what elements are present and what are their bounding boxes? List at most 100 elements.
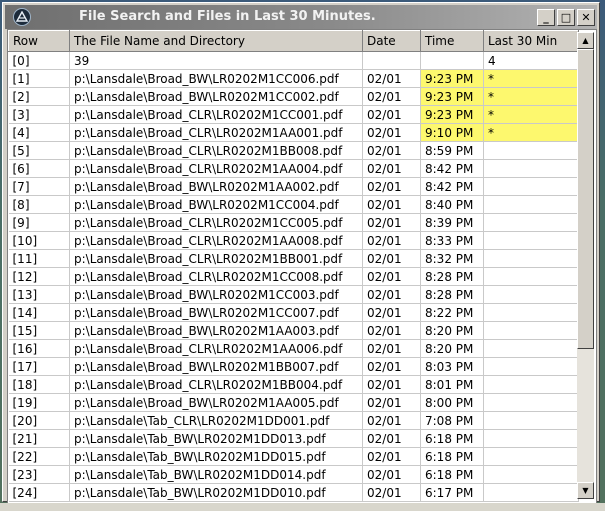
cell-file-path: p:\Lansdale\Broad_BW\LR0202M1AA005.pdf bbox=[69, 393, 363, 412]
table-row[interactable]: [5] p:\Lansdale\Broad_CLR\LR0202M1BB008.p… bbox=[8, 141, 579, 160]
table-row[interactable]: [3] p:\Lansdale\Broad_CLR\LR0202M1CC001.p… bbox=[8, 105, 579, 124]
cell-date: 02/01 bbox=[362, 393, 421, 412]
table-row[interactable]: [22] p:\Lansdale\Tab_BW\LR0202M1DD015.pdf… bbox=[8, 447, 579, 466]
cell-last30-flag: 4 bbox=[483, 51, 579, 70]
column-header-time[interactable]: Time bbox=[420, 30, 484, 52]
cell-last30-flag: * bbox=[483, 87, 579, 106]
table-row[interactable]: [9] p:\Lansdale\Broad_CLR\LR0202M1CC005.p… bbox=[8, 213, 579, 232]
cell-row-number: [17] bbox=[8, 357, 70, 376]
cell-last30-flag bbox=[483, 249, 579, 268]
cell-time bbox=[420, 51, 484, 70]
file-table: Row The File Name and Directory Date Tim… bbox=[8, 30, 579, 502]
cell-time: 8:00 PM bbox=[420, 393, 484, 412]
table-row[interactable]: [24] p:\Lansdale\Tab_BW\LR0202M1DD010.pdf… bbox=[8, 483, 579, 502]
cell-time: 9:23 PM bbox=[420, 69, 484, 88]
cell-last30-flag bbox=[483, 195, 579, 214]
scroll-up-button[interactable]: ▲ bbox=[577, 32, 594, 49]
cell-time: 6:18 PM bbox=[420, 429, 484, 448]
cell-last30-flag: * bbox=[483, 123, 579, 142]
table-row[interactable]: [2] p:\Lansdale\Broad_BW\LR0202M1CC002.pd… bbox=[8, 87, 579, 106]
table-row[interactable]: [15] p:\Lansdale\Broad_BW\LR0202M1AA003.p… bbox=[8, 321, 579, 340]
table-row[interactable]: [18] p:\Lansdale\Broad_CLR\LR0202M1BB004.… bbox=[8, 375, 579, 394]
cell-last30-flag bbox=[483, 231, 579, 250]
cell-row-number: [0] bbox=[8, 51, 70, 70]
cell-last30-flag bbox=[483, 285, 579, 304]
scroll-down-button[interactable]: ▼ bbox=[577, 482, 594, 499]
cell-file-path: p:\Lansdale\Broad_BW\LR0202M1CC007.pdf bbox=[69, 303, 363, 322]
table-row[interactable]: [16] p:\Lansdale\Broad_CLR\LR0202M1AA006.… bbox=[8, 339, 579, 358]
cell-file-path: p:\Lansdale\Broad_CLR\LR0202M1BB008.pdf bbox=[69, 141, 363, 160]
table-row[interactable]: [6] p:\Lansdale\Broad_CLR\LR0202M1AA004.p… bbox=[8, 159, 579, 178]
cell-date: 02/01 bbox=[362, 447, 421, 466]
column-header-row[interactable]: Row bbox=[8, 30, 70, 52]
cell-file-path: p:\Lansdale\Broad_BW\LR0202M1CC004.pdf bbox=[69, 195, 363, 214]
maximize-button[interactable]: □ bbox=[557, 9, 575, 26]
cell-last30-flag bbox=[483, 483, 579, 502]
cell-file-path: p:\Lansdale\Broad_BW\LR0202M1CC006.pdf bbox=[69, 69, 363, 88]
cell-last30-flag bbox=[483, 177, 579, 196]
table-row[interactable]: [13] p:\Lansdale\Broad_BW\LR0202M1CC003.p… bbox=[8, 285, 579, 304]
column-header-file[interactable]: The File Name and Directory bbox=[69, 30, 363, 52]
table-row[interactable]: [14] p:\Lansdale\Broad_BW\LR0202M1CC007.p… bbox=[8, 303, 579, 322]
cell-time: 8:40 PM bbox=[420, 195, 484, 214]
cell-file-path: 39 bbox=[69, 51, 363, 70]
column-header-date[interactable]: Date bbox=[362, 30, 421, 52]
cell-last30-flag bbox=[483, 447, 579, 466]
cell-time: 8:33 PM bbox=[420, 231, 484, 250]
table-row[interactable]: [17] p:\Lansdale\Broad_BW\LR0202M1BB007.p… bbox=[8, 357, 579, 376]
cell-date: 02/01 bbox=[362, 123, 421, 142]
cell-time: 8:32 PM bbox=[420, 249, 484, 268]
column-header-last30[interactable]: Last 30 Min bbox=[483, 30, 579, 52]
table-row[interactable]: [19] p:\Lansdale\Broad_BW\LR0202M1AA005.p… bbox=[8, 393, 579, 412]
title-bar[interactable]: File Search and Files in Last 30 Minutes… bbox=[5, 5, 597, 29]
cell-time: 8:59 PM bbox=[420, 141, 484, 160]
vertical-scrollbar[interactable]: ▲ ▼ bbox=[577, 32, 594, 499]
cell-last30-flag bbox=[483, 357, 579, 376]
cell-row-number: [12] bbox=[8, 267, 70, 286]
cell-date: 02/01 bbox=[362, 267, 421, 286]
cell-last30-flag: * bbox=[483, 105, 579, 124]
cell-file-path: p:\Lansdale\Tab_BW\LR0202M1DD010.pdf bbox=[69, 483, 363, 502]
table-row[interactable]: [1] p:\Lansdale\Broad_BW\LR0202M1CC006.pd… bbox=[8, 69, 579, 88]
window-title: File Search and Files in Last 30 Minutes… bbox=[79, 9, 376, 24]
cell-row-number: [6] bbox=[8, 159, 70, 178]
table-row[interactable]: [8] p:\Lansdale\Broad_BW\LR0202M1CC004.pd… bbox=[8, 195, 579, 214]
cell-row-number: [10] bbox=[8, 231, 70, 250]
scroll-down-icon: ▼ bbox=[582, 486, 589, 495]
cell-time: 8:39 PM bbox=[420, 213, 484, 232]
table-row[interactable]: [11] p:\Lansdale\Broad_CLR\LR0202M1BB001.… bbox=[8, 249, 579, 268]
header-row: Row The File Name and Directory Date Tim… bbox=[8, 30, 579, 52]
cell-date: 02/01 bbox=[362, 249, 421, 268]
table-row[interactable]: [20] p:\Lansdale\Tab_CLR\LR0202M1DD001.pd… bbox=[8, 411, 579, 430]
cell-file-path: p:\Lansdale\Broad_CLR\LR0202M1BB001.pdf bbox=[69, 249, 363, 268]
cell-file-path: p:\Lansdale\Broad_CLR\LR0202M1CC008.pdf bbox=[69, 267, 363, 286]
scroll-thumb[interactable] bbox=[577, 49, 594, 349]
table-row[interactable]: [12] p:\Lansdale\Broad_CLR\LR0202M1CC008.… bbox=[8, 267, 579, 286]
cell-last30-flag bbox=[483, 141, 579, 160]
cell-file-path: p:\Lansdale\Broad_CLR\LR0202M1CC005.pdf bbox=[69, 213, 363, 232]
table-row[interactable]: [4] p:\Lansdale\Broad_CLR\LR0202M1AA001.p… bbox=[8, 123, 579, 142]
cell-last30-flag bbox=[483, 411, 579, 430]
minimize-button[interactable]: _ bbox=[537, 9, 555, 26]
app-logo-icon[interactable] bbox=[13, 8, 31, 26]
cell-last30-flag bbox=[483, 429, 579, 448]
close-button[interactable]: ✕ bbox=[577, 9, 595, 26]
cell-date: 02/01 bbox=[362, 483, 421, 502]
cell-time: 9:23 PM bbox=[420, 87, 484, 106]
cell-row-number: [24] bbox=[8, 483, 70, 502]
cell-row-number: [23] bbox=[8, 465, 70, 484]
cell-date: 02/01 bbox=[362, 159, 421, 178]
cell-row-number: [11] bbox=[8, 249, 70, 268]
cell-row-number: [3] bbox=[8, 105, 70, 124]
cell-date: 02/01 bbox=[362, 339, 421, 358]
file-grid[interactable]: Row The File Name and Directory Date Tim… bbox=[7, 29, 597, 506]
table-row[interactable]: [7] p:\Lansdale\Broad_BW\LR0202M1AA002.pd… bbox=[8, 177, 579, 196]
cell-date: 02/01 bbox=[362, 231, 421, 250]
cell-row-number: [4] bbox=[8, 123, 70, 142]
table-row[interactable]: [0] 39 4 bbox=[8, 51, 579, 70]
cell-row-number: [21] bbox=[8, 429, 70, 448]
table-row[interactable]: [23] p:\Lansdale\Tab_BW\LR0202M1DD014.pdf… bbox=[8, 465, 579, 484]
table-row[interactable]: [10] p:\Lansdale\Broad_CLR\LR0202M1AA008.… bbox=[8, 231, 579, 250]
table-row[interactable]: [21] p:\Lansdale\Tab_BW\LR0202M1DD013.pdf… bbox=[8, 429, 579, 448]
cell-time: 8:42 PM bbox=[420, 177, 484, 196]
